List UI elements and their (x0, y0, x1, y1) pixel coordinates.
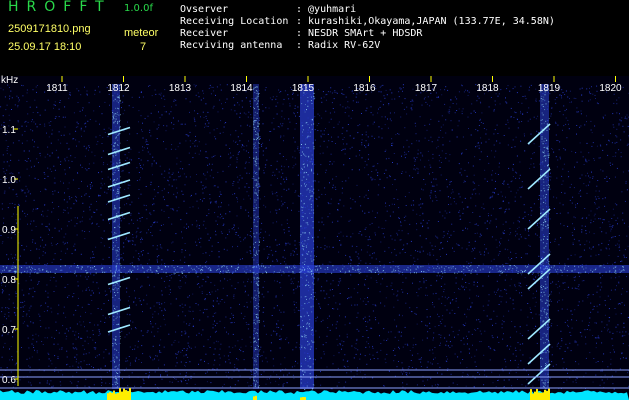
app-title: HROFFT (8, 0, 112, 15)
filename-label: 2509171810.png (8, 23, 91, 35)
x-tick-label-1819: 1819 (538, 83, 561, 94)
info-receiver-value: : NESDR SMArt + HDSDR (296, 28, 423, 39)
peak-1 (534, 391, 536, 400)
version-label: 1.0.0f (124, 3, 153, 14)
peak-1 (542, 392, 544, 400)
x-tick-label-1815: 1815 (292, 83, 315, 94)
peak-0 (107, 393, 109, 400)
spectrogram: 1811 1812 1813 1814 1815 1816 1817 1818 1819 1820… (0, 76, 629, 400)
info-observer-label: Ovserver (180, 4, 229, 15)
peak-1 (530, 389, 532, 400)
peak-0 (117, 393, 119, 400)
spectrogram-background (0, 76, 629, 400)
peak-1 (546, 390, 548, 400)
meteor-count: 7 (140, 41, 147, 53)
y-tick-label-1.1: 1.1 (2, 125, 16, 136)
meteor-label: meteor (124, 27, 159, 39)
y-tick-label-0.7: 0.7 (2, 325, 16, 336)
info-location-label: Receiving Location (180, 16, 289, 27)
y-tick-label-0.8: 0.8 (2, 275, 16, 286)
y-tick-label-0.6: 0.6 (2, 375, 16, 386)
peak-1 (538, 392, 540, 400)
info-location-value: : kurashiki,Okayama,JAPAN (133.77E, 34.5… (296, 16, 555, 27)
peak-0 (115, 393, 117, 400)
peak-0 (113, 390, 115, 400)
peak-0 (109, 392, 111, 400)
y-axis-unit: kHz (1, 75, 19, 86)
peak-0 (111, 392, 113, 400)
x-tick-label-1820: 1820 (599, 83, 622, 94)
peak-1 (532, 393, 534, 400)
info-antenna-value: : Radix RV-62V (296, 40, 381, 51)
peak-2 (253, 396, 255, 400)
peak-1 (548, 388, 550, 400)
y-tick-label-1.0: 1.0 (2, 175, 16, 186)
peak-1 (540, 392, 542, 400)
peak-2 (255, 395, 257, 400)
x-tick-label-1816: 1816 (353, 83, 376, 94)
horizontal-band (0, 265, 629, 274)
x-tick-label-1818: 1818 (476, 83, 499, 94)
peak-0 (119, 388, 121, 400)
peak-0 (129, 388, 131, 400)
peak-0 (121, 391, 123, 400)
header: HROFFT 1.0.0f 2509171810.png 25.09.17 18… (0, 0, 629, 76)
x-tick-label-1813: 1813 (169, 83, 192, 94)
x-tick-label-1817: 1817 (415, 83, 438, 94)
x-tick-label-1811: 1811 (46, 83, 68, 94)
peak-1 (536, 389, 538, 400)
peak-0 (123, 388, 125, 400)
info-antenna-label: Recviving antenna (180, 40, 283, 51)
peak-0 (127, 391, 129, 400)
datetime-label: 25.09.17 18:10 (8, 41, 82, 53)
peak-0 (125, 390, 127, 400)
x-tick-label-1812: 1812 (107, 83, 130, 94)
peak-1 (544, 389, 546, 400)
y-tick-label-0.9: 0.9 (2, 225, 16, 236)
info-observer-value: : @yuhmari (296, 4, 357, 15)
x-tick-label-1814: 1814 (230, 83, 253, 94)
info-receiver-label: Receiver (180, 28, 229, 39)
